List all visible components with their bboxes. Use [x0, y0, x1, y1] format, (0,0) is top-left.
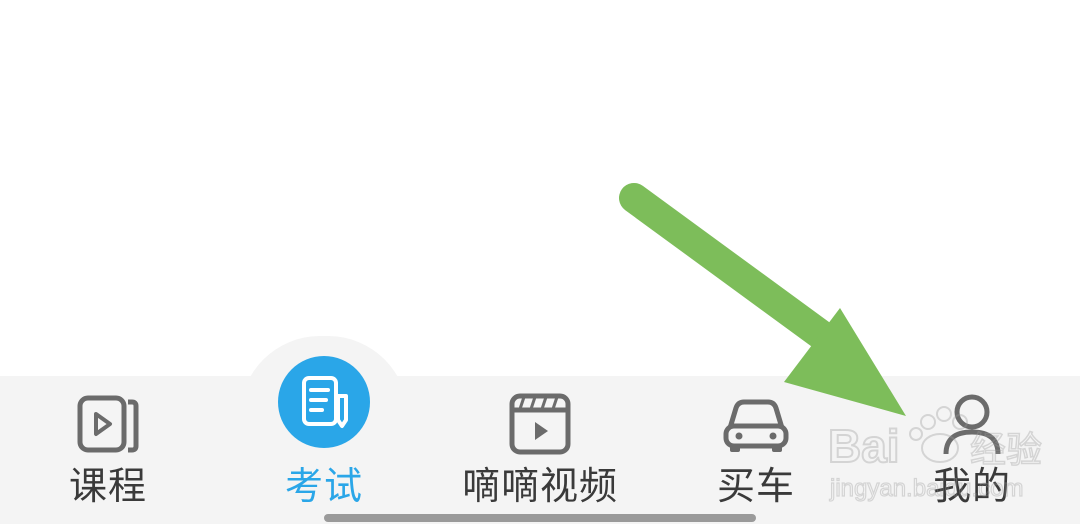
exam-edit-icon: [278, 356, 370, 448]
app-screen: 课程 考试 嘀嘀视频 买车 我的 Bai 经验 jingyan.baidu.co…: [0, 0, 1080, 524]
video-clapper-icon: [509, 393, 571, 455]
tab-me[interactable]: 我的: [892, 376, 1052, 524]
page-content-blank: [0, 0, 1080, 376]
tab-course[interactable]: 课程: [28, 376, 188, 524]
tab-me-label: 我的: [932, 464, 1011, 508]
home-indicator: [324, 514, 756, 522]
user-icon: [943, 394, 1001, 455]
tab-exam-label: 考试: [284, 464, 363, 508]
tab-course-label: 课程: [68, 464, 147, 508]
car-icon: [723, 399, 789, 452]
tab-buy-car[interactable]: 买车: [676, 376, 836, 524]
tab-buy-car-label: 买车: [716, 464, 795, 508]
play-book-icon: [77, 395, 139, 453]
tab-video[interactable]: 嘀嘀视频: [440, 376, 640, 524]
tab-exam[interactable]: 考试: [244, 356, 404, 524]
tab-video-label: 嘀嘀视频: [461, 464, 618, 508]
